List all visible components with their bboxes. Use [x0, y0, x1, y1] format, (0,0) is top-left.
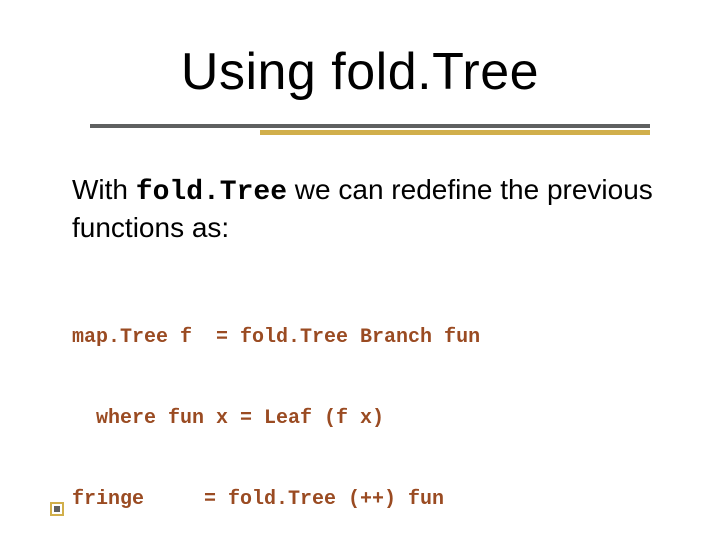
intro-paragraph: With fold.Tree we can redefine the previ…: [72, 172, 660, 245]
intro-prefix: With: [72, 174, 136, 205]
code-line: where fun x = Leaf (f x): [72, 405, 516, 432]
title-rule-accent: [260, 130, 650, 135]
intro-code-word: fold.Tree: [136, 177, 287, 208]
code-line: fringe = fold.Tree (++) fun: [72, 486, 516, 513]
decor-square-icon: [50, 502, 64, 516]
code-block: map.Tree f = fold.Tree Branch fun where …: [72, 270, 516, 540]
slide-title: Using fold.Tree: [181, 43, 539, 101]
title-rule-top: [90, 124, 650, 128]
slide: Using fold.Tree With fold.Tree we can re…: [0, 0, 720, 540]
title-wrap: Using fold.Tree: [0, 42, 720, 102]
code-line: map.Tree f = fold.Tree Branch fun: [72, 324, 516, 351]
